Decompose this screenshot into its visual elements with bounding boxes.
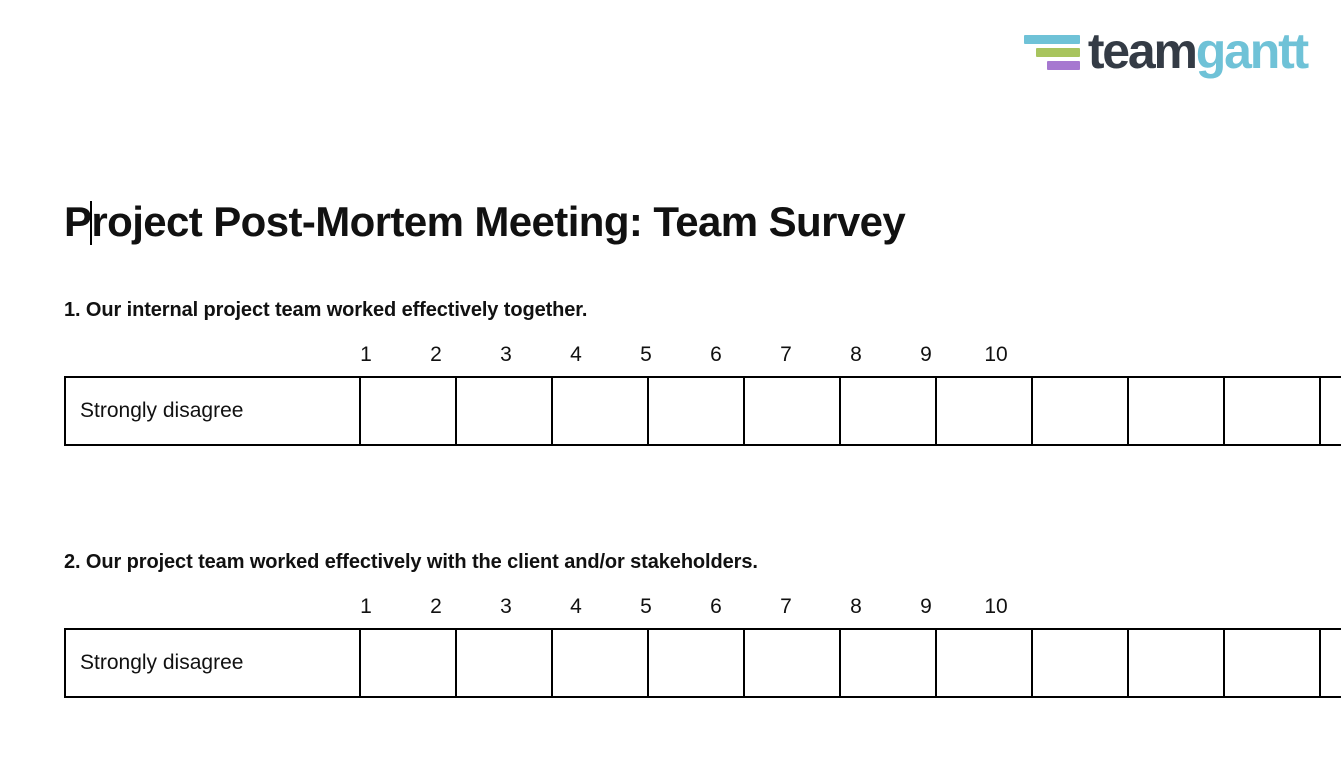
scale-cell-8[interactable] <box>1031 376 1129 446</box>
question-1-text: 1. Our internal project team worked effe… <box>64 299 588 321</box>
teamgantt-logo: teamgantt <box>1023 23 1309 79</box>
logo-bar-purple <box>1046 61 1080 70</box>
scale-cell-8[interactable] <box>1031 628 1129 698</box>
scale-number: 7 <box>780 343 792 366</box>
anchor-label-high: Strongly agree <box>1319 628 1341 698</box>
scale-cell-2[interactable] <box>455 628 553 698</box>
question-2-text: 2. Our project team worked effectively w… <box>64 551 758 573</box>
scale-cell-7[interactable] <box>935 376 1033 446</box>
scale-number: 6 <box>710 595 722 618</box>
scale-number: 1 <box>360 343 372 366</box>
scale-number: 9 <box>920 595 932 618</box>
scale-cell-5[interactable] <box>743 376 841 446</box>
scale-cell-10[interactable] <box>1223 628 1321 698</box>
scale-cell-4[interactable] <box>647 628 745 698</box>
scale-cell-2[interactable] <box>455 376 553 446</box>
scale-number: 9 <box>920 343 932 366</box>
scale-cell-7[interactable] <box>935 628 1033 698</box>
scale-number: 10 <box>984 343 1008 366</box>
scale-cell-3[interactable] <box>551 628 649 698</box>
scale-cell-6[interactable] <box>839 628 937 698</box>
anchor-label-high: Strongly agree <box>1319 376 1341 446</box>
scale-number: 5 <box>640 343 652 366</box>
logo-wordmark: teamgantt <box>1087 23 1309 79</box>
scale-number: 3 <box>500 343 512 366</box>
table-row: Strongly disagree Strongly agree <box>64 376 1341 446</box>
page-title-before-caret: P <box>64 198 92 246</box>
question-block-2: 2. Our project team worked effectively w… <box>64 550 1341 698</box>
anchor-label-low: Strongly disagree <box>64 376 361 446</box>
page-title[interactable]: Project Post-Mortem Meeting: Team Survey <box>64 198 906 246</box>
anchor-label-low: Strongly disagree <box>64 628 361 698</box>
scale-number: 5 <box>640 595 652 618</box>
scale-numbers-1: 1 2 3 4 5 6 7 8 9 10 <box>331 340 1031 370</box>
page-title-after-caret: roject Post-Mortem Meeting: Team Survey <box>91 198 906 246</box>
scale-number: 2 <box>430 595 442 618</box>
teamgantt-bars-icon <box>1023 32 1080 70</box>
scale-cell-1[interactable] <box>359 376 457 446</box>
scale-cell-10[interactable] <box>1223 376 1321 446</box>
scale-number: 4 <box>570 595 582 618</box>
scale-cell-1[interactable] <box>359 628 457 698</box>
scale-cell-4[interactable] <box>647 376 745 446</box>
logo-wordmark-gantt: gantt <box>1195 23 1309 79</box>
logo-bar-green <box>1035 48 1080 57</box>
scale-number: 8 <box>850 343 862 366</box>
scale-number: 2 <box>430 343 442 366</box>
question-block-1: 1. Our internal project team worked effe… <box>64 298 1341 446</box>
scale-number: 3 <box>500 595 512 618</box>
logo-wordmark-team: team <box>1087 23 1198 79</box>
scale-number: 8 <box>850 595 862 618</box>
scale-cell-6[interactable] <box>839 376 937 446</box>
scale-number: 1 <box>360 595 372 618</box>
scale-cell-3[interactable] <box>551 376 649 446</box>
scale-cell-9[interactable] <box>1127 376 1225 446</box>
scale-number: 7 <box>780 595 792 618</box>
scale-cell-5[interactable] <box>743 628 841 698</box>
scale-numbers-2: 1 2 3 4 5 6 7 8 9 10 <box>331 592 1031 622</box>
logo-bar-cyan <box>1023 35 1080 44</box>
scale-number: 6 <box>710 343 722 366</box>
scale-number: 10 <box>984 595 1008 618</box>
scale-number: 4 <box>570 343 582 366</box>
scale-table-1: Strongly disagree Strongly agree <box>64 376 1341 446</box>
scale-table-2: Strongly disagree Strongly agree <box>64 628 1341 698</box>
table-row: Strongly disagree Strongly agree <box>64 628 1341 698</box>
scale-cell-9[interactable] <box>1127 628 1225 698</box>
